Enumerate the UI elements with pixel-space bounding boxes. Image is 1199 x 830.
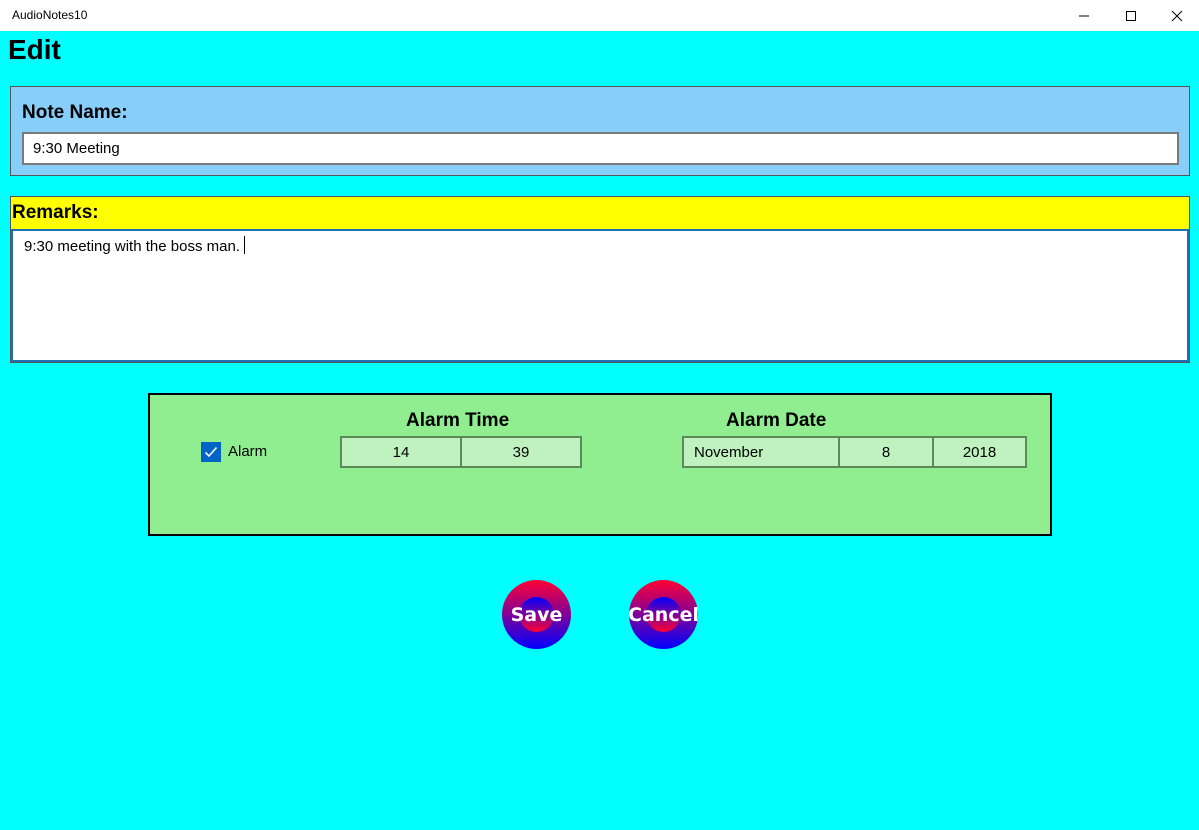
text-caret bbox=[243, 236, 245, 254]
note-name-label: Note Name: bbox=[22, 102, 128, 123]
note-name-input[interactable] bbox=[22, 132, 1179, 165]
alarm-checkbox[interactable] bbox=[201, 442, 221, 462]
year-selector[interactable]: 2018 bbox=[934, 438, 1025, 466]
app-title: AudioNotes10 bbox=[12, 8, 88, 22]
month-selector[interactable]: November bbox=[684, 438, 840, 466]
alarm-time-label: Alarm Time bbox=[406, 410, 510, 431]
alarm-panel: Alarm Alarm Time 14 39 Alarm Date Novemb… bbox=[148, 393, 1052, 536]
remarks-panel: Remarks: 9:30 meeting with the boss man. bbox=[10, 196, 1190, 363]
alarm-time-picker[interactable]: 14 39 bbox=[340, 436, 582, 468]
remarks-text: 9:30 meeting with the boss man. bbox=[24, 238, 240, 255]
close-button[interactable] bbox=[1154, 0, 1199, 31]
minimize-icon bbox=[1079, 15, 1089, 16]
save-button[interactable]: Save bbox=[502, 580, 571, 649]
minimize-button[interactable] bbox=[1061, 0, 1107, 31]
cancel-button[interactable]: Cancel bbox=[628, 580, 699, 649]
page-title: Edit bbox=[8, 34, 61, 65]
alarm-date-label: Alarm Date bbox=[726, 410, 827, 431]
cancel-button-label: Cancel bbox=[628, 603, 699, 626]
alarm-checkbox-label: Alarm bbox=[228, 443, 268, 460]
hour-selector[interactable]: 14 bbox=[342, 438, 462, 466]
maximize-button[interactable] bbox=[1108, 0, 1154, 31]
maximize-icon bbox=[1126, 10, 1136, 21]
remarks-textarea[interactable]: 9:30 meeting with the boss man. bbox=[11, 229, 1189, 362]
minute-selector[interactable]: 39 bbox=[462, 438, 580, 466]
title-bar: AudioNotes10 bbox=[0, 0, 1199, 31]
close-icon bbox=[1171, 10, 1183, 21]
alarm-date-picker[interactable]: November 8 2018 bbox=[682, 436, 1027, 468]
day-selector[interactable]: 8 bbox=[840, 438, 934, 466]
save-button-label: Save bbox=[510, 603, 563, 626]
remarks-label: Remarks: bbox=[12, 202, 99, 223]
note-name-panel: Note Name: bbox=[10, 86, 1190, 176]
checkmark-icon bbox=[204, 446, 218, 458]
